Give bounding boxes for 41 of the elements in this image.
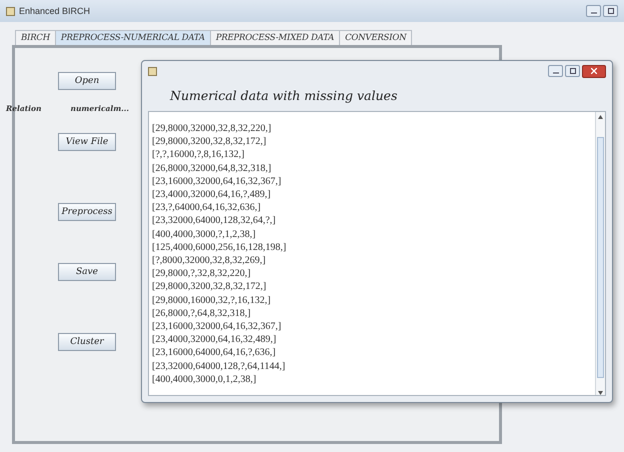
- data-line: [400,4000,3000,?,1,2,38,]: [152, 228, 257, 241]
- data-line: [29,8000,3200,32,8,32,172,]: [152, 280, 268, 294]
- data-line: [?,?,16000,?,8,16,132,]: [152, 148, 246, 162]
- maximize-icon[interactable]: [603, 5, 618, 17]
- data-line: [26,8000,32000,64,8,32,318,]: [152, 162, 272, 175]
- data-line: [26,8000,?,64,8,32,318,]: [152, 306, 252, 320]
- tab[interactable]: CONVERSION: [339, 30, 412, 45]
- data-line: [29,8000,3200,32,8,32,172,]: [152, 135, 268, 148]
- data-line: [400,4000,3000,0,1,2,38,]: [152, 372, 258, 386]
- tab[interactable]: PREPROCESS-NUMERICAL DATA: [54, 30, 211, 45]
- text-area[interactable]: [148, 111, 606, 396]
- window-title: Enhanced BIRCH: [19, 6, 90, 16]
- data-line: [23,16000,32000,64,16,32,367,]: [152, 320, 282, 334]
- scrollbar-thumb[interactable]: [597, 137, 604, 378]
- maximize-icon[interactable]: [565, 64, 580, 76]
- action-button[interactable]: Save: [58, 263, 116, 281]
- data-line: [29,8000,32000,32,8,32,220,]: [152, 122, 272, 136]
- data-line: [23,4000,32000,64,16,32,489,]: [152, 333, 278, 346]
- close-icon[interactable]: [582, 64, 606, 78]
- minimize-icon[interactable]: [586, 5, 601, 17]
- data-line: [23,16000,64000,64,16,?,636,]: [152, 346, 277, 360]
- action-button[interactable]: Cluster: [58, 333, 116, 351]
- action-button[interactable]: Open: [58, 72, 116, 90]
- app-icon: [148, 66, 157, 76]
- data-line: [23,16000,32000,64,16,32,367,]: [152, 174, 282, 188]
- data-line: [?,8000,32000,32,8,32,269,]: [152, 254, 267, 268]
- action-button[interactable]: Preprocess: [58, 203, 116, 221]
- data-line: [23,32000,64000,128,32,64,?,]: [152, 214, 277, 228]
- app-icon: [6, 6, 15, 16]
- minimize-icon[interactable]: [548, 64, 563, 76]
- data-line: [125,4000,6000,256,16,128,198,]: [152, 240, 288, 254]
- dialog-heading: Numerical data with missing values: [168, 87, 398, 105]
- data-line: [23,32000,64000,128,?,64,1144,]: [152, 360, 286, 373]
- tab[interactable]: BIRCH: [15, 30, 56, 45]
- scroll-down-icon[interactable]: [598, 391, 603, 395]
- data-line: [23,4000,32000,64,16,?,489,]: [152, 188, 272, 202]
- scroll-up-icon[interactable]: [598, 115, 603, 119]
- data-line: [29,8000,?,32,8,32,220,]: [152, 267, 252, 280]
- action-button[interactable]: View File: [58, 133, 116, 151]
- data-line: [23,?,64000,64,16,32,636,]: [152, 201, 262, 214]
- data-line: [29,8000,16000,32,?,16,132,]: [152, 294, 272, 307]
